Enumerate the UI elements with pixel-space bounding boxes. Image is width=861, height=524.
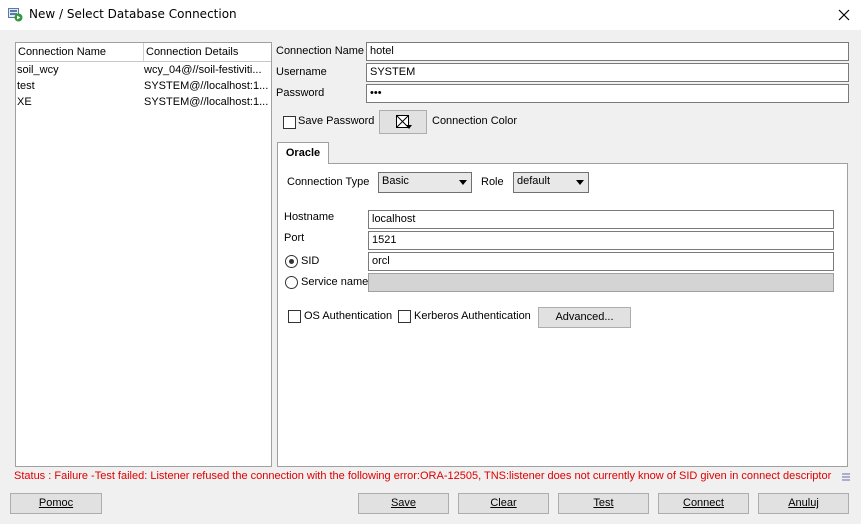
column-header-connection-name[interactable]: Connection Name bbox=[16, 43, 144, 62]
table-row[interactable]: soil_wcy wcy_04@//soil-festiviti... bbox=[16, 63, 271, 79]
os-authentication-checkbox[interactable] bbox=[288, 310, 301, 323]
hostname-label: Hostname bbox=[284, 211, 335, 223]
connection-color-label: Connection Color bbox=[432, 115, 517, 127]
os-authentication-label: OS Authentication bbox=[304, 310, 393, 322]
save-password-label: Save Password bbox=[298, 115, 375, 127]
service-name-label: Service name bbox=[301, 276, 369, 288]
cancel-button-label: Anuluj bbox=[788, 497, 819, 509]
chevron-down-icon bbox=[576, 180, 584, 185]
connect-button-label: Connect bbox=[683, 497, 724, 509]
connection-name-input[interactable]: hotel bbox=[366, 42, 849, 61]
username-input[interactable]: SYSTEM bbox=[366, 63, 849, 82]
role-label: Role bbox=[481, 176, 504, 188]
test-button-label: Test bbox=[593, 497, 614, 509]
role-select[interactable]: default bbox=[513, 172, 589, 193]
hostname-input[interactable]: localhost bbox=[368, 210, 834, 229]
kerberos-authentication-label: Kerberos Authentication bbox=[414, 310, 531, 322]
password-input[interactable]: ••• bbox=[366, 84, 849, 103]
clear-button[interactable]: Clear bbox=[458, 493, 549, 514]
username-label: Username bbox=[276, 66, 327, 78]
save-button-label: Save bbox=[390, 497, 417, 509]
status-message: Status : Failure -Test failed: Listener … bbox=[14, 470, 832, 482]
database-connection-icon bbox=[8, 8, 23, 22]
port-label: Port bbox=[284, 232, 305, 244]
connection-name-cell: soil_wcy bbox=[17, 64, 59, 76]
close-icon[interactable] bbox=[834, 5, 854, 25]
connection-name-cell: XE bbox=[17, 96, 32, 108]
save-password-checkbox[interactable] bbox=[283, 116, 296, 129]
help-button-label: Pomoc bbox=[38, 497, 74, 509]
help-button[interactable]: Pomoc bbox=[10, 493, 102, 514]
password-label: Password bbox=[276, 87, 325, 99]
service-name-radio[interactable] bbox=[285, 276, 298, 289]
window-title: New / Select Database Connection bbox=[29, 7, 237, 21]
chevron-down-icon bbox=[459, 180, 467, 185]
table-row[interactable]: XE SYSTEM@//localhost:1... bbox=[16, 95, 271, 111]
test-button[interactable]: Test bbox=[558, 493, 649, 514]
sid-label: SID bbox=[301, 255, 320, 267]
column-header-connection-details[interactable]: Connection Details bbox=[144, 43, 271, 62]
role-value: default bbox=[517, 175, 551, 187]
tab-oracle[interactable]: Oracle bbox=[277, 142, 329, 164]
table-row[interactable]: test SYSTEM@//localhost:1... bbox=[16, 79, 271, 95]
connection-details-cell: SYSTEM@//localhost:1... bbox=[144, 80, 269, 92]
connection-type-value: Basic bbox=[382, 175, 409, 187]
connection-details-cell: wcy_04@//soil-festiviti... bbox=[144, 64, 262, 76]
connection-color-button[interactable] bbox=[379, 110, 427, 134]
color-picker-icon bbox=[396, 115, 412, 129]
connection-type-select[interactable]: Basic bbox=[378, 172, 472, 193]
connection-list[interactable]: Connection Name Connection Details soil_… bbox=[15, 42, 272, 467]
advanced-button[interactable]: Advanced... bbox=[538, 307, 631, 328]
connection-name-label: Connection Name bbox=[276, 45, 365, 57]
details-list-icon[interactable] bbox=[841, 472, 851, 482]
connection-details-cell: SYSTEM@//localhost:1... bbox=[144, 96, 269, 108]
kerberos-authentication-checkbox[interactable] bbox=[398, 310, 411, 323]
connect-button[interactable]: Connect bbox=[658, 493, 749, 514]
connection-name-cell: test bbox=[17, 80, 35, 92]
cancel-button[interactable]: Anuluj bbox=[758, 493, 849, 514]
service-name-input[interactable] bbox=[368, 273, 834, 292]
clear-button-label: Clear bbox=[490, 497, 517, 509]
port-input[interactable]: 1521 bbox=[368, 231, 834, 250]
connection-type-label: Connection Type bbox=[287, 176, 370, 188]
save-button[interactable]: Save bbox=[358, 493, 449, 514]
sid-input[interactable]: orcl bbox=[368, 252, 834, 271]
sid-radio[interactable] bbox=[285, 255, 298, 268]
